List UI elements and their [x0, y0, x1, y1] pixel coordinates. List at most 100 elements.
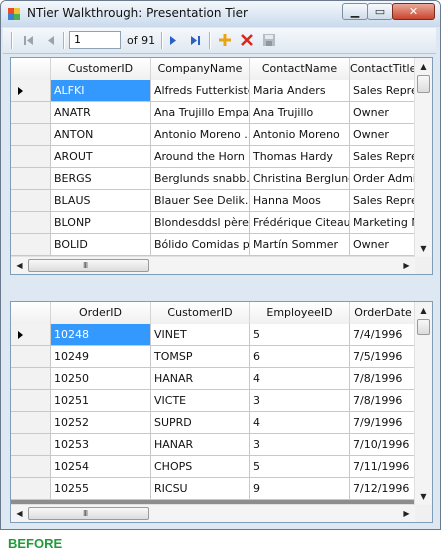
- column-header[interactable]: EmployeeID: [250, 302, 350, 324]
- table-cell[interactable]: 6: [250, 346, 350, 368]
- vertical-scrollbar[interactable]: ▲ ▼: [414, 302, 432, 505]
- orders-grid[interactable]: OrderID CustomerID EmployeeID OrderDate …: [10, 301, 433, 523]
- table-cell[interactable]: 10253: [51, 434, 151, 456]
- table-cell[interactable]: Frédérique Citeaux: [250, 212, 350, 234]
- table-cell[interactable]: HANAR: [151, 368, 250, 390]
- table-cell[interactable]: SUPRD: [151, 412, 250, 434]
- table-cell[interactable]: Martín Sommer: [250, 234, 350, 256]
- scroll-thumb[interactable]: III: [28, 259, 149, 272]
- table-cell[interactable]: 7/10/1996: [350, 434, 417, 456]
- add-new-button[interactable]: [217, 32, 233, 48]
- table-row[interactable]: BLAUS Blauer See Delik... Hanna Moos Sal…: [11, 190, 417, 212]
- table-cell[interactable]: Order Adminis: [350, 168, 417, 190]
- table-cell[interactable]: AROUT: [51, 146, 151, 168]
- customers-grid[interactable]: CustomerID CompanyName ContactName Conta…: [10, 57, 433, 275]
- scroll-right-icon[interactable]: ▶: [398, 505, 415, 522]
- table-cell[interactable]: 4: [250, 412, 350, 434]
- minimize-button[interactable]: ▁: [342, 3, 368, 20]
- row-header[interactable]: [11, 412, 51, 434]
- table-cell[interactable]: Berglunds snabb...: [151, 168, 250, 190]
- table-row[interactable]: BOLID Bólido Comidas p... Martín Sommer …: [11, 234, 417, 256]
- horizontal-scrollbar[interactable]: ◀ III ▶: [11, 504, 415, 522]
- table-cell[interactable]: Owner: [350, 234, 417, 256]
- maximize-button[interactable]: ▭: [367, 3, 393, 20]
- scroll-up-icon[interactable]: ▲: [415, 302, 432, 319]
- table-cell[interactable]: Bólido Comidas p...: [151, 234, 250, 256]
- table-cell[interactable]: Blauer See Delik...: [151, 190, 250, 212]
- row-header[interactable]: [11, 146, 51, 168]
- table-row[interactable]: 10255 RICSU 9 7/12/1996: [11, 478, 417, 500]
- table-cell[interactable]: Christina Berglund: [250, 168, 350, 190]
- table-row[interactable]: ALFKI Alfreds Futterkiste Maria Anders S…: [11, 80, 417, 102]
- table-cell[interactable]: 9: [250, 478, 350, 500]
- table-cell[interactable]: 7/5/1996: [350, 346, 417, 368]
- table-cell[interactable]: Hanna Moos: [250, 190, 350, 212]
- table-cell[interactable]: BLONP: [51, 212, 151, 234]
- horizontal-scrollbar[interactable]: ◀ III ▶: [11, 256, 415, 274]
- column-header[interactable]: ContactTitle: [350, 58, 417, 80]
- table-row[interactable]: 10252 SUPRD 4 7/9/1996: [11, 412, 417, 434]
- row-header[interactable]: [11, 102, 51, 124]
- table-cell[interactable]: 10254: [51, 456, 151, 478]
- row-header[interactable]: [11, 168, 51, 190]
- move-previous-button[interactable]: [43, 32, 59, 48]
- table-cell[interactable]: 7/4/1996: [350, 324, 417, 346]
- move-last-button[interactable]: [187, 32, 203, 48]
- table-cell[interactable]: HANAR: [151, 434, 250, 456]
- row-header[interactable]: [11, 478, 51, 500]
- table-cell[interactable]: VINET: [151, 324, 250, 346]
- close-button[interactable]: ✕: [392, 3, 435, 20]
- scroll-thumb[interactable]: III: [28, 507, 149, 520]
- table-cell[interactable]: Blondesddsl père...: [151, 212, 250, 234]
- table-cell[interactable]: ANTON: [51, 124, 151, 146]
- table-cell[interactable]: 10250: [51, 368, 151, 390]
- table-cell[interactable]: Antonio Moreno: [250, 124, 350, 146]
- row-header[interactable]: [11, 80, 51, 102]
- table-cell[interactable]: 10252: [51, 412, 151, 434]
- scroll-down-icon[interactable]: ▼: [415, 240, 432, 257]
- move-first-button[interactable]: [21, 32, 37, 48]
- table-row[interactable]: ANTON Antonio Moreno ... Antonio Moreno …: [11, 124, 417, 146]
- table-cell[interactable]: 7/8/1996: [350, 368, 417, 390]
- table-cell[interactable]: 3: [250, 434, 350, 456]
- save-button[interactable]: [261, 32, 277, 48]
- table-cell[interactable]: Alfreds Futterkiste: [151, 80, 250, 102]
- table-row[interactable]: AROUT Around the Horn Thomas Hardy Sales…: [11, 146, 417, 168]
- table-cell[interactable]: Sales Repres: [350, 146, 417, 168]
- table-cell[interactable]: Sales Repres: [350, 190, 417, 212]
- table-cell[interactable]: 5: [250, 456, 350, 478]
- scroll-down-icon[interactable]: ▼: [415, 488, 432, 505]
- table-cell[interactable]: VICTE: [151, 390, 250, 412]
- table-cell[interactable]: RICSU: [151, 478, 250, 500]
- table-cell[interactable]: Owner: [350, 124, 417, 146]
- table-cell[interactable]: 7/8/1996: [350, 390, 417, 412]
- scroll-thumb[interactable]: [417, 75, 430, 93]
- position-input[interactable]: 1: [69, 31, 121, 49]
- column-header[interactable]: OrderDate: [350, 302, 417, 324]
- table-cell[interactable]: 4: [250, 368, 350, 390]
- table-cell[interactable]: Marketing Ma: [350, 212, 417, 234]
- table-row[interactable]: BERGS Berglunds snabb... Christina Bergl…: [11, 168, 417, 190]
- table-row[interactable]: 10249 TOMSP 6 7/5/1996: [11, 346, 417, 368]
- delete-button[interactable]: [239, 32, 255, 48]
- vertical-scrollbar[interactable]: ▲ ▼: [414, 58, 432, 257]
- table-cell[interactable]: CHOPS: [151, 456, 250, 478]
- row-header[interactable]: [11, 212, 51, 234]
- scroll-up-icon[interactable]: ▲: [415, 58, 432, 75]
- move-next-button[interactable]: [165, 32, 181, 48]
- row-header[interactable]: [11, 346, 51, 368]
- table-cell[interactable]: 3: [250, 390, 350, 412]
- table-cell[interactable]: Maria Anders: [250, 80, 350, 102]
- column-header[interactable]: OrderID: [51, 302, 151, 324]
- table-row[interactable]: 10254 CHOPS 5 7/11/1996: [11, 456, 417, 478]
- table-cell[interactable]: Sales Repres: [350, 80, 417, 102]
- grid-corner-header[interactable]: [11, 302, 51, 324]
- table-cell[interactable]: BERGS: [51, 168, 151, 190]
- row-header[interactable]: [11, 324, 51, 346]
- grid-corner-header[interactable]: [11, 58, 51, 80]
- table-cell[interactable]: 10249: [51, 346, 151, 368]
- table-row[interactable]: 10251 VICTE 3 7/8/1996: [11, 390, 417, 412]
- table-cell[interactable]: 10251: [51, 390, 151, 412]
- table-cell[interactable]: 7/12/1996: [350, 478, 417, 500]
- table-cell[interactable]: Owner: [350, 102, 417, 124]
